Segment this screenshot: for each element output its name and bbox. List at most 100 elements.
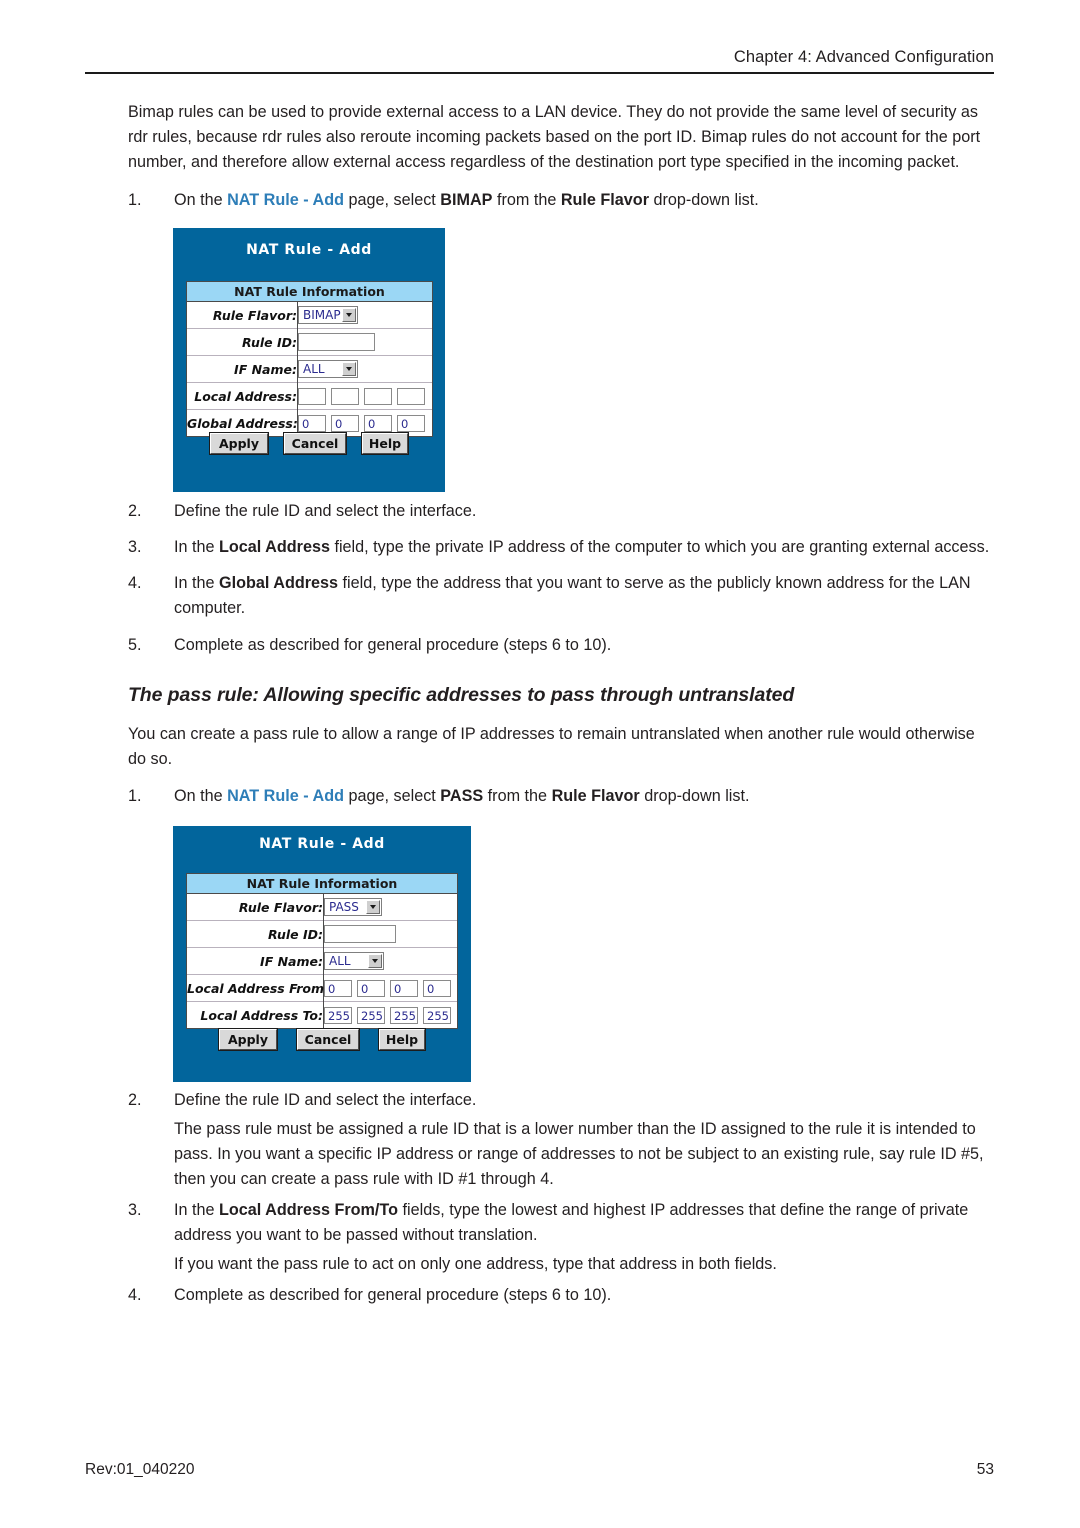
chapter-title: Chapter 4: Advanced Configuration <box>733 48 994 66</box>
cancel-button[interactable]: Cancel <box>283 432 347 455</box>
list-item: 3. In the Local Address field, type the p… <box>128 535 994 560</box>
local-address-octet-3[interactable] <box>364 387 392 405</box>
addr-from-octet-1[interactable]: 0 <box>324 979 352 997</box>
nat-rule-add-link[interactable]: NAT Rule - Add <box>227 191 344 209</box>
list-item: 2. Define the rule ID and select the inte… <box>128 1088 994 1192</box>
rule-flavor-label: Rule Flavor: <box>187 302 298 329</box>
nat-rule-add-link[interactable]: NAT Rule - Add <box>227 787 344 805</box>
rule-id-input[interactable] <box>298 333 375 351</box>
list-number: 5. <box>128 635 142 654</box>
pass-intro-paragraph: You can create a pass rule to allow a ra… <box>128 724 975 769</box>
global-address-octet-4[interactable]: 0 <box>397 414 425 432</box>
chevron-down-icon[interactable] <box>342 362 356 376</box>
panel-header: NAT Rule Information <box>187 874 457 894</box>
octet-value: 0 <box>401 416 409 431</box>
global-address-octet-3[interactable]: 0 <box>364 414 392 432</box>
list-item: 3. In the Local Address From/To fields, t… <box>128 1198 994 1277</box>
global-address-octet-2[interactable]: 0 <box>331 414 359 432</box>
list-number: 2. <box>128 1091 142 1110</box>
step-text-pre: In the <box>174 538 219 557</box>
list-number: 4. <box>128 574 142 593</box>
addr-to-octet-1[interactable]: 255 <box>324 1006 352 1024</box>
rule-id-cell <box>297 328 432 356</box>
section-heading-pass-rule: The pass rule: Allowing specific address… <box>128 683 795 706</box>
rule-flavor-select[interactable]: BIMAP <box>298 306 358 324</box>
field-table: Rule Flavor: BIMAP Rule ID: IF Name: ALL… <box>187 302 432 436</box>
addr-from-octet-4[interactable]: 0 <box>423 979 451 997</box>
octet-value: 0 <box>361 981 369 996</box>
dialog-button-row: Apply Cancel Help <box>173 1028 471 1051</box>
if-name-label: IF Name: <box>187 355 298 383</box>
dialog-title: NAT Rule - Add <box>246 242 372 258</box>
octet-value: 255 <box>427 1008 449 1023</box>
dialog-title: NAT Rule - Add <box>259 836 385 852</box>
step-text-post: drop-down list. <box>639 787 750 806</box>
dialog-button-row: Apply Cancel Help <box>173 432 445 455</box>
rule-flavor-cell: PASS <box>323 894 457 921</box>
if-name-label: IF Name: <box>187 947 324 975</box>
if-name-selected-value: ALL <box>303 362 325 376</box>
local-address-from-label: Local Address From: <box>187 974 329 1002</box>
octet-value: 0 <box>368 416 376 431</box>
step-emphasis-global-address: Global Address <box>219 574 339 593</box>
step-text: Define the rule ID and select the interf… <box>174 501 477 520</box>
nat-rule-information-panel: NAT Rule Information Rule Flavor: BIMAP … <box>186 281 433 437</box>
document-page: Chapter 4: Advanced Configuration Bimap … <box>0 0 1080 1528</box>
addr-to-octet-2[interactable]: 255 <box>357 1006 385 1024</box>
octet-value: 255 <box>394 1008 416 1023</box>
intro-paragraph: Bimap rules can be used to provide exter… <box>128 103 981 172</box>
addr-from-octet-2[interactable]: 0 <box>357 979 385 997</box>
help-button[interactable]: Help <box>361 432 409 455</box>
if-name-select[interactable]: ALL <box>298 360 358 378</box>
if-name-select[interactable]: ALL <box>324 952 384 970</box>
step-text-pre: In the <box>174 1201 219 1220</box>
addr-to-octet-3[interactable]: 255 <box>390 1006 418 1024</box>
global-address-octet-1[interactable]: 0 <box>298 414 326 432</box>
apply-button[interactable]: Apply <box>218 1028 278 1051</box>
octet-value: 255 <box>328 1008 350 1023</box>
table-row: IF Name: ALL <box>187 947 457 975</box>
rule-id-input[interactable] <box>324 925 396 943</box>
chevron-down-icon[interactable] <box>368 954 382 968</box>
table-row: Local Address: <box>187 382 432 410</box>
step-emphasis-bimap: BIMAP <box>440 190 493 209</box>
rule-flavor-label: Rule Flavor: <box>187 894 324 921</box>
step-text: Complete as described for general proced… <box>174 1285 612 1304</box>
list-item: 1. On the NAT Rule - Add page, select BIM… <box>128 188 994 213</box>
header-divider <box>85 72 994 74</box>
apply-button[interactable]: Apply <box>209 432 269 455</box>
local-address-to-cell: 255 255 255 255 <box>323 1001 457 1028</box>
step-emphasis-rule-flavor: Rule Flavor <box>560 190 649 209</box>
octet-value: 0 <box>335 416 343 431</box>
chevron-down-icon[interactable] <box>342 308 356 322</box>
if-name-selected-value: ALL <box>329 954 351 968</box>
panel-header: NAT Rule Information <box>187 282 432 302</box>
local-address-label: Local Address: <box>187 382 298 410</box>
table-row: Rule Flavor: PASS <box>187 894 457 921</box>
octet-value: 0 <box>394 981 402 996</box>
rule-flavor-select[interactable]: PASS <box>324 898 382 916</box>
table-row: Rule ID: <box>187 328 432 356</box>
step-text-mid2: from the <box>492 190 561 209</box>
rule-id-cell <box>323 920 457 948</box>
local-address-from-cell: 0 0 0 0 <box>323 974 457 1002</box>
addr-to-octet-4[interactable]: 255 <box>423 1006 451 1024</box>
local-address-octet-1[interactable] <box>298 387 326 405</box>
screenshot-nat-rule-add-pass: NAT Rule - Add NAT Rule Information Rule… <box>173 826 471 1082</box>
list-number: 1. <box>128 190 142 209</box>
step-text-post: field, type the private IP address of th… <box>329 538 990 557</box>
list-item: 4. Complete as described for general proc… <box>128 1283 994 1308</box>
table-row: Rule Flavor: BIMAP <box>187 302 432 329</box>
step-text-pre: On the <box>174 787 228 806</box>
addr-from-octet-3[interactable]: 0 <box>390 979 418 997</box>
local-address-octet-4[interactable] <box>397 387 425 405</box>
page-number: 53 <box>976 1461 994 1478</box>
cancel-button[interactable]: Cancel <box>296 1028 360 1051</box>
step-emphasis-rule-flavor: Rule Flavor <box>551 787 640 806</box>
chevron-down-icon[interactable] <box>366 900 380 914</box>
table-row: Local Address From: 0 0 0 0 <box>187 974 457 1002</box>
step-text-mid: page, select <box>344 190 441 209</box>
local-address-octet-2[interactable] <box>331 387 359 405</box>
step-subtext: If you want the pass rule to act on only… <box>174 1254 777 1273</box>
help-button[interactable]: Help <box>378 1028 426 1051</box>
